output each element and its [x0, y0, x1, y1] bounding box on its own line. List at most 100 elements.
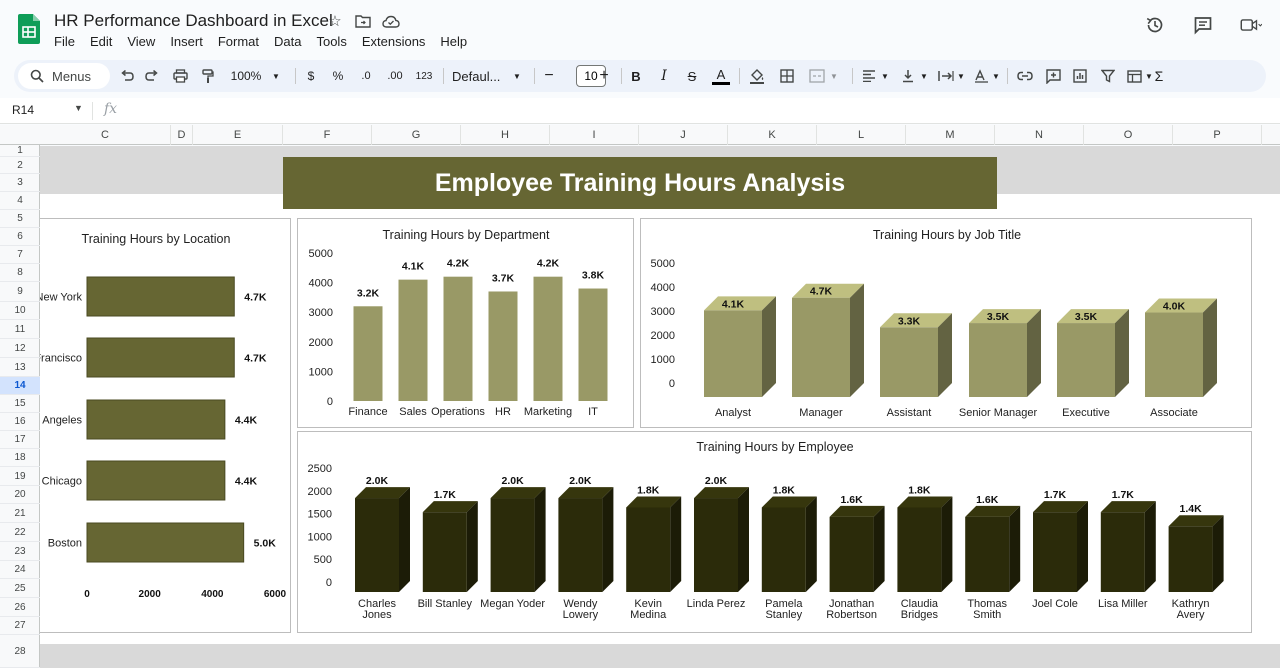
- row-header[interactable]: 4: [0, 192, 40, 210]
- formula-input[interactable]: [130, 103, 1230, 119]
- row-header[interactable]: 28: [0, 635, 40, 668]
- row-header[interactable]: 19: [0, 467, 40, 486]
- chart-location[interactable]: Training Hours by Location New York 4.7K Fr…: [40, 218, 291, 633]
- chart-department[interactable]: Training Hours by Department 0 1000 2000 300…: [297, 218, 634, 428]
- row-header[interactable]: 8: [0, 264, 40, 282]
- rotation-chevron-down-icon[interactable]: ▼: [991, 60, 1001, 92]
- row-header[interactable]: 26: [0, 598, 40, 617]
- column-header[interactable]: J: [639, 125, 728, 145]
- font-chevron-down-icon[interactable]: ▼: [511, 60, 523, 92]
- name-box-chevron-down-icon[interactable]: ▼: [74, 103, 83, 113]
- sheets-logo-icon[interactable]: [18, 14, 40, 44]
- sheet-grid[interactable]: Employee Training Hours Analysis Trainin…: [40, 146, 1280, 668]
- column-header[interactable]: H: [461, 125, 550, 145]
- more-formats-button[interactable]: 123: [412, 60, 436, 92]
- menu-tools[interactable]: Tools: [316, 34, 353, 49]
- comments-icon[interactable]: [1192, 14, 1214, 36]
- column-header[interactable]: M: [906, 125, 995, 145]
- row-header[interactable]: 1: [0, 145, 40, 157]
- text-color-button[interactable]: A: [710, 60, 732, 92]
- filter-views-icon[interactable]: [1124, 60, 1144, 92]
- insert-chart-icon[interactable]: [1069, 60, 1091, 92]
- move-folder-icon[interactable]: [354, 12, 372, 30]
- merge-chevron-down-icon[interactable]: ▼: [829, 60, 839, 92]
- column-header[interactable]: D: [171, 125, 193, 145]
- chart-jobtitle[interactable]: Training Hours by Job Title 0 1000 2000 3000…: [640, 218, 1252, 428]
- row-header[interactable]: 9: [0, 282, 40, 302]
- row-header[interactable]: 18: [0, 449, 40, 467]
- insert-link-icon[interactable]: [1014, 60, 1036, 92]
- row-header[interactable]: 24: [0, 561, 40, 579]
- row-header[interactable]: 27: [0, 617, 40, 635]
- row-header[interactable]: 3: [0, 174, 40, 192]
- row-header[interactable]: 22: [0, 523, 40, 542]
- row-header[interactable]: 6: [0, 228, 40, 246]
- print-icon[interactable]: [170, 60, 190, 92]
- column-header[interactable]: N: [995, 125, 1084, 145]
- row-header[interactable]: 17: [0, 431, 40, 449]
- row-header[interactable]: 16: [0, 413, 40, 431]
- column-header[interactable]: C: [40, 125, 171, 145]
- row-header[interactable]: 5: [0, 210, 40, 228]
- filter-icon[interactable]: [1097, 60, 1119, 92]
- zoom-select[interactable]: 100%: [226, 60, 266, 92]
- currency-format-button[interactable]: $: [302, 60, 320, 92]
- increase-font-size-icon[interactable]: +: [596, 60, 612, 92]
- column-header[interactable]: G: [372, 125, 461, 145]
- undo-icon[interactable]: [117, 60, 137, 92]
- document-title[interactable]: HR Performance Dashboard in Excel: [54, 11, 333, 31]
- text-rotation-icon[interactable]: [972, 60, 992, 92]
- decrease-font-size-icon[interactable]: −: [541, 60, 557, 92]
- font-family-select[interactable]: Defaul...: [452, 60, 508, 92]
- redo-icon[interactable]: [142, 60, 162, 92]
- column-header[interactable]: O: [1084, 125, 1173, 145]
- decrease-decimal-button[interactable]: .0: [354, 60, 378, 92]
- chart-employee[interactable]: Training Hours by Employee 0 500 1000 1500 20…: [297, 431, 1252, 633]
- fill-color-icon[interactable]: [746, 60, 768, 92]
- row-header[interactable]: 2: [0, 157, 40, 174]
- column-header[interactable]: F: [283, 125, 372, 145]
- column-header[interactable]: P: [1173, 125, 1262, 145]
- row-header[interactable]: 20: [0, 486, 40, 504]
- vertical-align-icon[interactable]: [898, 60, 918, 92]
- row-header[interactable]: 25: [0, 579, 40, 598]
- row-header[interactable]: 13: [0, 358, 40, 377]
- paint-format-icon[interactable]: [198, 60, 218, 92]
- menu-help[interactable]: Help: [440, 34, 474, 49]
- row-header[interactable]: 23: [0, 542, 40, 561]
- percent-format-button[interactable]: %: [329, 60, 347, 92]
- horizontal-align-icon[interactable]: [859, 60, 879, 92]
- wrap-chevron-down-icon[interactable]: ▼: [956, 60, 966, 92]
- menu-file[interactable]: File: [54, 34, 82, 49]
- menu-view[interactable]: View: [127, 34, 162, 49]
- row-header[interactable]: 21: [0, 504, 40, 523]
- menu-extensions[interactable]: Extensions: [362, 34, 433, 49]
- row-header[interactable]: 10: [0, 302, 40, 320]
- strikethrough-button[interactable]: S: [682, 60, 702, 92]
- insert-comment-icon[interactable]: [1042, 60, 1064, 92]
- row-header[interactable]: 11: [0, 320, 40, 339]
- row-header[interactable]: 7: [0, 246, 40, 264]
- bold-button[interactable]: B: [626, 60, 646, 92]
- menu-edit[interactable]: Edit: [90, 34, 119, 49]
- functions-button[interactable]: Σ: [1150, 60, 1168, 92]
- zoom-chevron-down-icon[interactable]: ▼: [270, 60, 282, 92]
- menu-format[interactable]: Format: [218, 34, 266, 49]
- align-chevron-down-icon[interactable]: ▼: [880, 60, 890, 92]
- column-header[interactable]: K: [728, 125, 817, 145]
- row-header[interactable]: 12: [0, 339, 40, 358]
- column-header[interactable]: I: [550, 125, 639, 145]
- row-header[interactable]: 15: [0, 395, 40, 413]
- valign-chevron-down-icon[interactable]: ▼: [919, 60, 929, 92]
- search-menus-button[interactable]: Menus: [18, 63, 110, 89]
- menu-insert[interactable]: Insert: [170, 34, 210, 49]
- cloud-status-icon[interactable]: [382, 12, 400, 30]
- menu-data[interactable]: Data: [274, 34, 308, 49]
- increase-decimal-button[interactable]: .00: [382, 60, 408, 92]
- italic-button[interactable]: I: [654, 60, 674, 92]
- column-header[interactable]: E: [193, 125, 283, 145]
- merge-cells-icon[interactable]: [806, 60, 828, 92]
- borders-icon[interactable]: [776, 60, 798, 92]
- star-icon[interactable]: ☆: [326, 12, 344, 30]
- text-wrapping-icon[interactable]: [936, 60, 956, 92]
